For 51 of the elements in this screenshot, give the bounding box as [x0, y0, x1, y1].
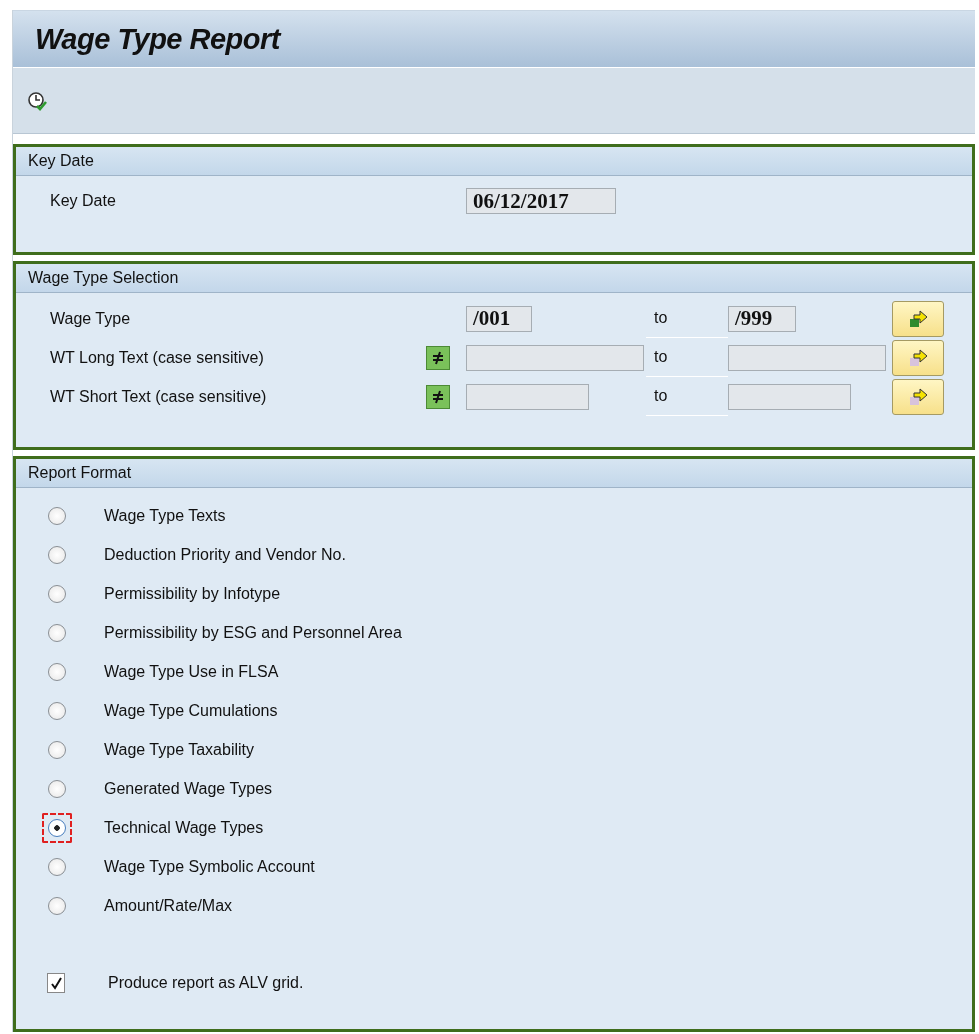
radio-button[interactable] — [48, 857, 66, 876]
check-icon — [49, 976, 63, 990]
radio-label: Permissibility by ESG and Personnel Area — [104, 623, 402, 642]
arrow-icon — [908, 347, 928, 368]
multiple-selection-button[interactable] — [892, 339, 944, 376]
radio-label: Deduction Priority and Vendor No. — [104, 545, 346, 564]
date-field[interactable]: 06/12/2017 — [466, 188, 616, 214]
field-label: Wage Type — [50, 309, 132, 328]
radio-button[interactable] — [48, 623, 66, 642]
group-header: Report Format — [16, 459, 972, 488]
group-header: Key Date — [16, 147, 972, 176]
radio-label: Wage Type Symbolic Account — [104, 857, 315, 876]
multiple-selection-button[interactable] — [892, 378, 944, 415]
input-field[interactable] — [466, 344, 644, 371]
radio-button[interactable] — [48, 779, 66, 798]
radio-label: Wage Type Texts — [104, 506, 226, 525]
field-label: Key Date — [50, 192, 117, 210]
radio-button[interactable] — [48, 896, 66, 915]
radio-label: Generated Wage Types — [104, 779, 273, 798]
radio-button[interactable] — [48, 545, 66, 564]
window-title: Wage Type Report — [35, 22, 280, 56]
selection-option-button[interactable] — [426, 384, 450, 409]
radio-button[interactable] — [48, 740, 66, 759]
radio-button[interactable] — [48, 701, 66, 720]
radio-label: Wage Type Use in FLSA — [104, 662, 279, 681]
radio-label: Amount/Rate/Max — [104, 896, 233, 915]
not-equal-icon — [430, 388, 446, 405]
radio-button[interactable] — [48, 584, 66, 603]
group-header: Wage Type Selection — [16, 264, 972, 293]
input-field[interactable] — [728, 383, 851, 410]
field-label: WT Long Text (case sensitive) — [50, 348, 265, 367]
radio-button[interactable] — [48, 662, 66, 681]
checkbox-label: Produce report as ALV grid. — [108, 974, 304, 992]
input-field[interactable]: /999 — [728, 305, 796, 332]
not-equal-icon — [430, 349, 446, 366]
arrow-icon — [908, 386, 928, 407]
radio-label: Technical Wage Types — [104, 818, 264, 837]
multiple-selection-button[interactable] — [892, 300, 944, 337]
input-field[interactable] — [466, 383, 589, 410]
checkbox[interactable] — [47, 973, 65, 993]
input-field[interactable]: /001 — [466, 305, 532, 332]
radio-button[interactable] — [48, 818, 66, 837]
radio-label: Wage Type Cumulations — [104, 701, 278, 720]
input-field[interactable] — [728, 344, 886, 371]
radio-label: Wage Type Taxability — [104, 740, 254, 759]
radio-label: Permissibility by Infotype — [104, 584, 281, 603]
arrow-icon — [908, 308, 928, 329]
field-label: WT Short Text (case sensitive) — [50, 387, 268, 406]
radio-button[interactable] — [48, 506, 66, 525]
clock-check-icon — [27, 90, 47, 111]
selection-option-button[interactable] — [426, 345, 450, 370]
